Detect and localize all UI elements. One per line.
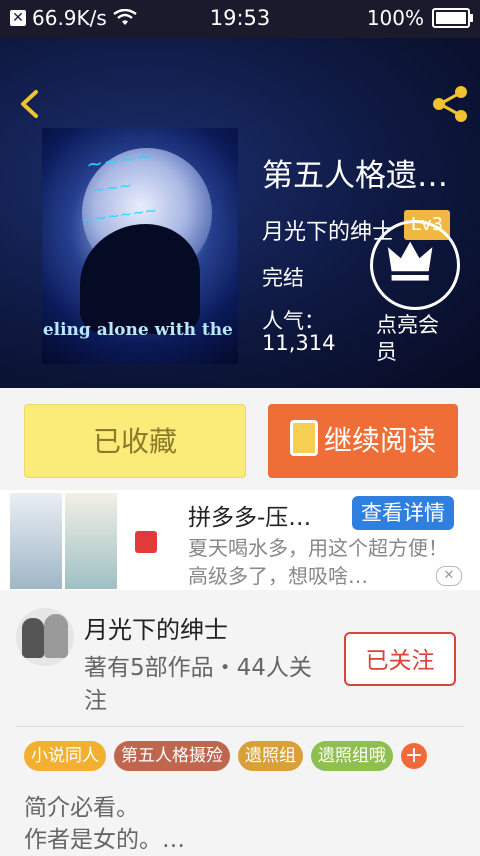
book-status: 完结 xyxy=(262,266,304,290)
tag-list: 小说同人 第五人格摄殓 遗照组 遗照组哦 + xyxy=(24,741,427,771)
avatar-figure xyxy=(22,618,44,658)
book-intro[interactable]: 简介必看。 作者是女的。… xyxy=(24,792,185,856)
popularity-value: 11,314 xyxy=(262,331,336,355)
book-icon xyxy=(289,420,318,456)
close-icon[interactable]: ✕ xyxy=(436,566,462,586)
author-stats: 著有5部作品・44人关注 xyxy=(84,655,312,714)
continue-reading-button[interactable]: 继续阅读 xyxy=(268,404,458,478)
continue-reading-label: 继续阅读 xyxy=(323,424,436,457)
author-name[interactable]: 月光下的绅士 xyxy=(84,610,228,645)
ad-logo-icon xyxy=(135,531,157,553)
vip-label[interactable]: 点亮会员 xyxy=(376,312,456,366)
battery-percent: 100% xyxy=(366,6,424,30)
avatar-figure xyxy=(44,614,68,658)
ad-image xyxy=(65,493,117,589)
cover-caption: eeling alone with the st xyxy=(42,320,238,340)
vip-button[interactable] xyxy=(370,220,460,310)
favorited-button[interactable]: 已收藏 xyxy=(24,404,246,478)
ad-image xyxy=(120,493,172,589)
crown-icon xyxy=(387,241,433,281)
tag[interactable]: 遗照组 xyxy=(238,741,303,771)
tag[interactable]: 第五人格摄殓 xyxy=(114,741,230,771)
tag[interactable]: 小说同人 xyxy=(24,741,106,771)
book-cover[interactable]: ~~~~ ~~~ ~~~~~~ eeling alone with the st xyxy=(42,128,238,364)
author-card: 月光下的绅士 著有5部作品・44人关注 已关注 xyxy=(0,596,480,726)
ad-image xyxy=(10,493,62,589)
divider xyxy=(16,726,464,727)
more-tags-button[interactable]: + xyxy=(401,743,427,769)
battery-icon xyxy=(432,8,473,28)
book-title: 第五人格遗… xyxy=(262,158,448,194)
share-icon[interactable] xyxy=(430,84,470,124)
tag[interactable]: 遗照组哦 xyxy=(311,741,393,771)
status-bar: ✕ 66.9K/s 19:53 100% xyxy=(0,0,480,38)
follow-button[interactable]: 已关注 xyxy=(344,632,456,686)
ad-banner[interactable]: 拼多多-压… 查看详情 夏天喝水多，用这个超方便！高级多了，想吸啥… xyxy=(0,490,480,590)
ad-title: 拼多多-压… xyxy=(188,505,312,531)
ad-detail-button[interactable]: 查看详情 xyxy=(352,496,454,530)
ad-description: 夏天喝水多，用这个超方便！高级多了，想吸啥… xyxy=(188,536,448,588)
avatar[interactable] xyxy=(16,608,74,666)
chevron-left-icon[interactable] xyxy=(14,88,46,120)
